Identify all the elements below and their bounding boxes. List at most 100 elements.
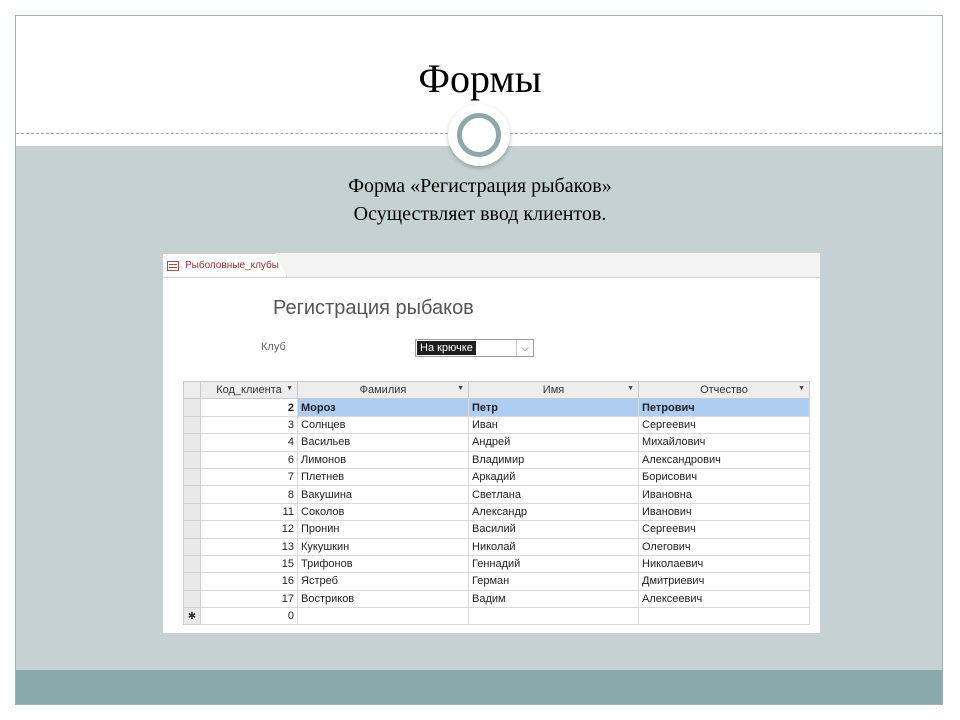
form-title: Регистрация рыбаков [273, 297, 474, 319]
cell-first-name[interactable]: Петр [468, 398, 639, 417]
cell-last-name[interactable]: Трифонов [297, 554, 469, 574]
table-header-row: Код_клиента ▼ Фамилия ▼ Имя ▼ Отчество ▼ [183, 380, 810, 400]
cell-middle-name[interactable]: Михайлович [638, 433, 810, 452]
new-record-icon[interactable]: ✱ [183, 607, 201, 626]
cell-client-id[interactable]: 3 [200, 415, 298, 435]
sort-arrow-icon[interactable]: ▼ [286, 385, 293, 392]
row-selector[interactable] [183, 398, 201, 417]
cell-middle-name[interactable]: Петрович [638, 398, 810, 417]
cell-first-name[interactable]: Герман [468, 572, 639, 591]
table-row[interactable]: 16 Ястреб Герман Дмитриевич [183, 572, 810, 591]
sort-arrow-icon[interactable]: ▼ [627, 385, 634, 392]
select-all-corner[interactable] [183, 380, 201, 400]
cell-first-name[interactable]: Владимир [468, 450, 639, 469]
cell-client-id[interactable]: 8 [200, 485, 298, 504]
row-selector[interactable] [183, 467, 201, 487]
cell-first-name[interactable]: Василий [468, 520, 639, 539]
cell-client-id[interactable]: 16 [200, 572, 298, 591]
cell-middle-name[interactable]: Сергеевич [638, 520, 810, 539]
chevron-down-icon[interactable]: ⌵ [516, 340, 533, 356]
table-row[interactable]: 3 Солнцев Иван Сергеевич [183, 415, 810, 435]
cell-client-id[interactable]: 13 [200, 537, 298, 556]
row-selector[interactable] [183, 589, 201, 609]
cell-middle-name[interactable]: Сергеевич [638, 415, 810, 435]
sort-arrow-icon[interactable]: ▼ [798, 385, 805, 392]
slide-title: Формы [418, 56, 542, 101]
table-row[interactable]: 4 Васильев Андрей Михайлович [183, 433, 810, 452]
row-selector[interactable] [183, 554, 201, 574]
slide-footer-band [16, 670, 942, 704]
cell-first-name[interactable]: Светлана [468, 485, 639, 504]
cell-first-name[interactable]: Иван [468, 415, 639, 435]
club-combobox[interactable]: На крючке ⌵ [415, 339, 534, 357]
sort-arrow-icon[interactable]: ▼ [457, 385, 464, 392]
table-row[interactable]: 15 Трифонов Геннадий Николаевич [183, 554, 810, 574]
column-header-first-name[interactable]: Имя ▼ [468, 380, 639, 400]
cell-middle-name[interactable]: Олегович [638, 537, 810, 556]
cell-client-id[interactable]: 12 [200, 520, 298, 539]
cell-first-name[interactable]: Николай [468, 537, 639, 556]
ring-ornament-icon [448, 104, 510, 166]
cell-first-name[interactable]: Александр [468, 502, 639, 522]
row-selector[interactable] [183, 485, 201, 504]
table-row[interactable]: 11 Соколов Александр Иванович [183, 502, 810, 522]
club-combobox-value: На крючке [417, 341, 476, 355]
document-tab-label: Рыболовные_клубы [185, 260, 279, 271]
cell-first-name[interactable]: Андрей [468, 433, 639, 452]
cell-last-name[interactable]: Лимонов [297, 450, 469, 469]
cell-first-name[interactable] [468, 607, 639, 626]
cell-last-name[interactable] [297, 607, 469, 626]
row-selector[interactable] [183, 450, 201, 469]
column-header-client-id[interactable]: Код_клиента ▼ [200, 380, 298, 400]
table-row[interactable]: 8 Вакушина Светлана Ивановна [183, 485, 810, 504]
cell-client-id[interactable]: 0 [200, 607, 298, 626]
table-row[interactable]: 2 Мороз Петр Петрович [183, 398, 810, 417]
cell-first-name[interactable]: Геннадий [468, 554, 639, 574]
table-row[interactable]: 7 Плетнев Аркадий Борисович [183, 467, 810, 487]
cell-middle-name[interactable]: Борисович [638, 467, 810, 487]
row-selector[interactable] [183, 433, 201, 452]
cell-client-id[interactable]: 15 [200, 554, 298, 574]
cell-middle-name[interactable] [638, 607, 810, 626]
cell-middle-name[interactable]: Александрович [638, 450, 810, 469]
row-selector[interactable] [183, 572, 201, 591]
row-selector[interactable] [183, 502, 201, 522]
table-row[interactable]: 6 Лимонов Владимир Александрович [183, 450, 810, 469]
club-label: Клуб [261, 341, 286, 353]
cell-middle-name[interactable]: Алексеевич [638, 589, 810, 609]
cell-last-name[interactable]: Востриков [297, 589, 469, 609]
document-tab[interactable]: Рыболовные_клубы [163, 253, 287, 277]
cell-last-name[interactable]: Плетнев [297, 467, 469, 487]
row-selector[interactable] [183, 520, 201, 539]
cell-last-name[interactable]: Пронин [297, 520, 469, 539]
table-row[interactable]: 13 Кукушкин Николай Олегович [183, 537, 810, 556]
row-selector[interactable] [183, 537, 201, 556]
cell-client-id[interactable]: 11 [200, 502, 298, 522]
cell-first-name[interactable]: Вадим [468, 589, 639, 609]
cell-client-id[interactable]: 17 [200, 589, 298, 609]
column-header-last-name[interactable]: Фамилия ▼ [297, 380, 469, 400]
cell-last-name[interactable]: Васильев [297, 433, 469, 452]
cell-last-name[interactable]: Мороз [297, 398, 469, 417]
cell-last-name[interactable]: Солнцев [297, 415, 469, 435]
cell-client-id[interactable]: 7 [200, 467, 298, 487]
table-row[interactable]: 12 Пронин Василий Сергеевич [183, 520, 810, 539]
cell-last-name[interactable]: Кукушкин [297, 537, 469, 556]
cell-first-name[interactable]: Аркадий [468, 467, 639, 487]
cell-last-name[interactable]: Вакушина [297, 485, 469, 504]
column-header-middle-name[interactable]: Отчество ▼ [638, 380, 810, 400]
new-record-row[interactable]: ✱ 0 [183, 607, 810, 626]
document-tab-bar: Рыболовные_клубы [163, 253, 820, 278]
row-selector[interactable] [183, 415, 201, 435]
cell-client-id[interactable]: 4 [200, 433, 298, 452]
table-row[interactable]: 17 Востриков Вадим Алексеевич [183, 589, 810, 609]
cell-client-id[interactable]: 6 [200, 450, 298, 469]
cell-middle-name[interactable]: Дмитриевич [638, 572, 810, 591]
cell-middle-name[interactable]: Иванович [638, 502, 810, 522]
cell-last-name[interactable]: Ястреб [297, 572, 469, 591]
cell-middle-name[interactable]: Николаевич [638, 554, 810, 574]
cell-last-name[interactable]: Соколов [297, 502, 469, 522]
form-window: Рыболовные_клубы Регистрация рыбаков Клу… [163, 253, 820, 633]
cell-client-id[interactable]: 2 [200, 398, 298, 417]
cell-middle-name[interactable]: Ивановна [638, 485, 810, 504]
